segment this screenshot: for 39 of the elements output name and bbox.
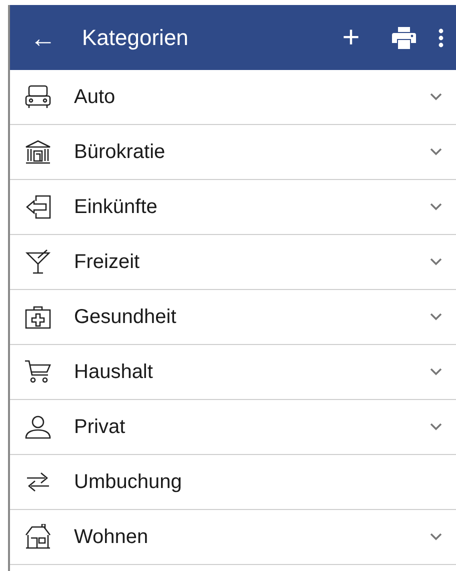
category-label: Einkünfte [74,195,158,220]
chevron-down-icon[interactable] [430,313,442,321]
chevron-down-icon[interactable] [430,423,442,431]
house-icon [24,524,52,550]
medical-kit-icon [24,304,52,330]
category-row[interactable]: Wohnen [10,510,456,565]
category-row[interactable]: Einkünfte [10,180,456,235]
arrow-box-icon [24,194,52,220]
category-row[interactable]: Haushalt [10,345,456,400]
category-label: Auto [74,85,116,110]
category-row[interactable]: Freizeit [10,235,456,290]
add-button[interactable]: + [338,22,364,52]
category-label: Bürokratie [74,140,166,165]
category-label: Gesundheit [74,305,178,330]
chevron-down-icon[interactable] [430,203,442,211]
chevron-down-icon[interactable] [430,368,442,376]
chevron-down-icon[interactable] [430,93,442,101]
category-row[interactable]: Gesundheit [10,290,456,345]
chevron-down-icon[interactable] [430,148,442,156]
category-label: Haushalt [74,360,154,385]
category-label: Privat [74,415,126,440]
cocktail-glass-icon [24,249,52,275]
back-button[interactable]: ← [30,24,56,50]
category-row[interactable]: Privat [10,400,456,455]
shopping-cart-icon [24,359,52,385]
category-row[interactable]: Umbuchung [10,455,456,510]
category-label: Freizeit [74,250,141,275]
category-label: Wohnen [74,525,150,550]
category-row[interactable]: Auto [10,70,456,125]
car-icon [24,84,52,110]
more-menu-icon[interactable] [438,28,444,48]
category-label: Umbuchung [74,470,183,495]
building-icon [24,139,52,165]
category-row[interactable]: Bürokratie [10,125,456,180]
screen-title: Kategorien [82,24,188,52]
print-icon[interactable] [392,26,416,48]
chevron-down-icon[interactable] [430,258,442,266]
chevron-down-icon[interactable] [430,533,442,541]
person-icon [24,414,52,440]
